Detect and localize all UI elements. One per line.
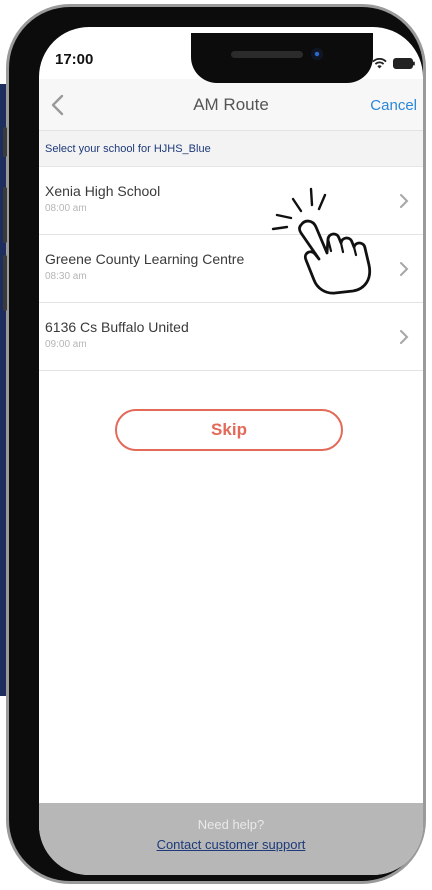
navigation-bar: AM Route Cancel <box>39 79 423 131</box>
section-header-text: Select your school for HJHS_Blue <box>45 143 211 155</box>
school-time: 09:00 am <box>45 339 87 350</box>
battery-icon <box>393 54 415 73</box>
page-title: AM Route <box>193 95 269 114</box>
section-header: Select your school for HJHS_Blue <box>39 131 423 167</box>
app-screen: 17:00 AM Route Cancel Select your school… <box>39 27 423 875</box>
volume-up-button <box>3 187 7 243</box>
school-time: 08:00 am <box>45 203 87 214</box>
status-time: 17:00 <box>55 51 94 68</box>
school-name: Greene County Learning Centre <box>45 251 245 267</box>
school-row-buffalo[interactable]: 6136 Cs Buffalo United 09:00 am <box>39 303 423 371</box>
volume-down-button <box>3 255 7 311</box>
skip-button[interactable]: Skip <box>115 409 343 451</box>
front-camera <box>311 48 323 60</box>
help-text: Need help? <box>197 817 265 832</box>
help-footer: Need help? Contact customer support <box>39 803 423 875</box>
speaker-grille <box>231 51 303 58</box>
wifi-icon <box>372 54 387 73</box>
school-name: 6136 Cs Buffalo United <box>45 319 189 335</box>
chevron-right-icon <box>399 329 409 345</box>
notch <box>191 33 373 83</box>
school-name: Xenia High School <box>45 183 161 199</box>
phone-frame: 17:00 AM Route Cancel Select your school… <box>3 4 426 884</box>
tap-hand-icon <box>271 187 372 295</box>
school-time: 08:30 am <box>45 271 87 282</box>
mute-switch <box>3 127 7 157</box>
cancel-button[interactable]: Cancel <box>370 97 417 114</box>
contact-support-link[interactable]: Contact customer support <box>39 837 423 852</box>
